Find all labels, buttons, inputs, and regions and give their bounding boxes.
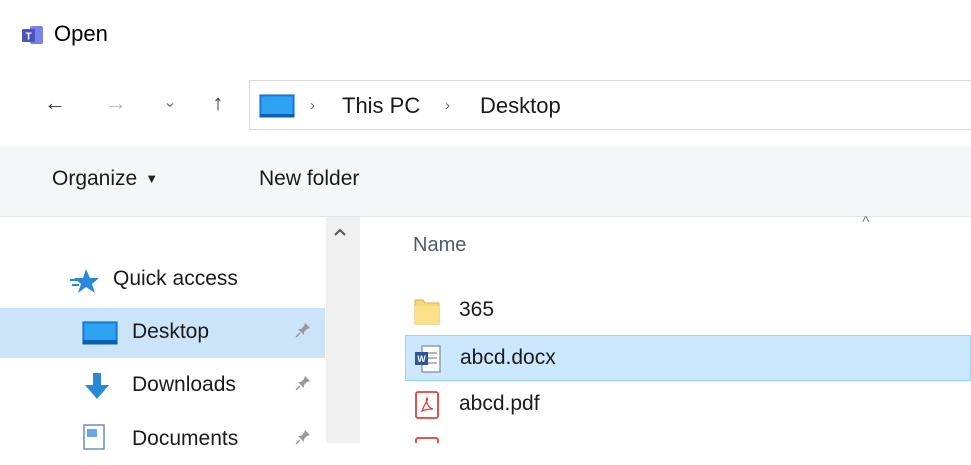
up-button[interactable]: ↑ [201,86,235,120]
command-toolbar: Organize ▼ New folder [0,146,971,217]
back-button[interactable]: ← [38,86,72,120]
documents-icon [82,423,108,456]
file-row-365[interactable]: 365 [405,288,971,334]
sidebar-item-downloads[interactable]: Downloads [0,361,325,411]
pin-icon[interactable] [295,375,311,395]
pin-icon[interactable] [295,322,311,342]
sidebar-item-label: Quick access [113,267,238,290]
word-doc-icon: W [414,344,442,374]
sidebar-item-label: Desktop [132,320,210,343]
file-row-abcd-pdf[interactable]: abcd.pdf [405,382,971,428]
teams-app-icon: T [22,24,44,46]
breadcrumb-desktop[interactable]: Desktop [480,91,561,121]
sidebar-item-label: Documents [132,427,239,450]
file-name: 365 [459,298,495,321]
column-header-name[interactable]: Name [413,234,466,257]
desktop-icon [82,321,118,350]
pdf-icon [413,436,441,443]
pdf-icon [413,390,441,420]
window-title: Open [54,21,108,46]
pin-icon[interactable] [295,429,311,449]
download-arrow-icon [82,371,112,406]
new-folder-button[interactable]: New folder [259,167,359,191]
file-row-abcd-docx[interactable]: W abcd.docx [405,335,971,381]
sidebar-item-label: Downloads [132,373,236,396]
svg-text:T: T [25,32,31,43]
file-name: abcd.pdf [459,392,540,415]
forward-button[interactable]: → [101,86,131,120]
folder-icon [413,296,441,326]
svg-text:W: W [417,354,426,364]
sidebar-item-quick-access[interactable]: Quick access [0,255,325,305]
address-bar[interactable]: › This PC › Desktop [249,80,971,130]
sort-indicator-icon: ^ [862,214,870,231]
organize-label: Organize [52,167,138,190]
star-icon [70,267,100,300]
navigation-scrollbar[interactable] [326,217,360,443]
monitor-icon [259,94,295,118]
recent-locations-chevron-icon[interactable]: ⌄ [161,86,179,120]
navigation-pane: Quick access Desktop Downloads Documents [0,217,325,450]
breadcrumb-separator: › [310,97,315,114]
dropdown-caret-icon: ▼ [145,171,159,186]
breadcrumb-separator: › [445,97,450,114]
sidebar-item-desktop[interactable]: Desktop [0,308,325,358]
file-row-partial[interactable] [405,428,971,443]
organize-button[interactable]: Organize ▼ [52,167,158,191]
sidebar-item-documents[interactable]: Documents [0,415,325,465]
file-name: abcd.docx [460,346,556,369]
scroll-up-arrow-icon[interactable] [331,226,349,242]
breadcrumb-this-pc[interactable]: This PC [342,91,420,121]
